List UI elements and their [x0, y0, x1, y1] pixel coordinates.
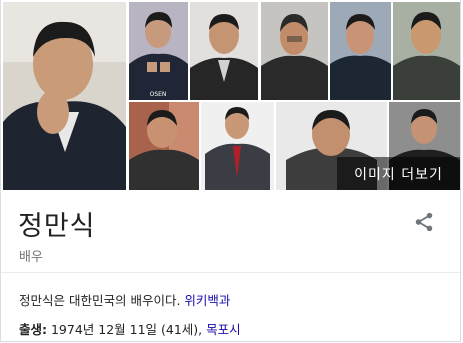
image-6[interactable]: [393, 2, 460, 100]
image-8[interactable]: [201, 102, 274, 190]
image-7[interactable]: [129, 102, 199, 190]
entity-description: 정만식은 대한민국의 배우이다. 위키백과: [19, 290, 230, 309]
born-row: 출생: 1974년 12월 11일 (41세), 목포시: [19, 319, 241, 338]
entity-subtitle: 배우: [19, 250, 43, 265]
description-text: 정만식은 대한민국의 배우이다.: [19, 293, 185, 308]
more-images-button[interactable]: 이미지 더보기: [337, 157, 460, 190]
image-2[interactable]: OSEN: [129, 2, 188, 100]
born-value: 1974년 12월 11일 (41세),: [47, 322, 207, 337]
entity-title: 정만식: [18, 211, 96, 242]
image-main[interactable]: [3, 2, 126, 190]
knowledge-panel: OSEN 이미지 더보기 정만식 배우 정만식은 대한민국의 배우이다. 위키백…: [0, 0, 462, 342]
image-5[interactable]: [330, 2, 391, 100]
image-collage: OSEN 이미지 더보기: [3, 2, 460, 190]
more-images-label: 이미지 더보기: [354, 166, 443, 183]
share-icon: [415, 212, 433, 232]
watermark-text: OSEN: [150, 91, 167, 98]
birthplace-link[interactable]: 목포시: [206, 322, 241, 337]
divider: [1, 272, 462, 273]
born-label: 출생:: [19, 322, 47, 337]
share-button[interactable]: [413, 211, 435, 233]
image-4[interactable]: [261, 2, 328, 100]
image-3[interactable]: [190, 2, 258, 100]
wikipedia-link[interactable]: 위키백과: [184, 293, 230, 308]
